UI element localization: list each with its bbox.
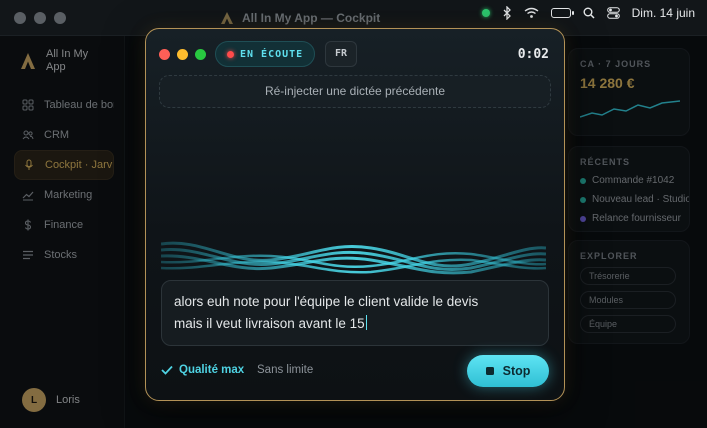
limit-option[interactable]: Sans limite xyxy=(257,364,313,376)
bluetooth-icon[interactable] xyxy=(502,6,512,20)
battery-icon[interactable] xyxy=(550,8,574,18)
panel-minimize-button[interactable] xyxy=(177,49,188,60)
record-dot-icon xyxy=(227,50,234,58)
checkmark-icon xyxy=(161,365,173,375)
stop-icon xyxy=(485,367,494,375)
reinject-dictation-button[interactable]: Ré-injecter une dictée précédente xyxy=(159,75,551,108)
zoom-window-button[interactable] xyxy=(54,12,66,24)
wifi-icon[interactable] xyxy=(524,7,539,19)
panel-close-button[interactable] xyxy=(159,49,170,60)
audio-waveform xyxy=(161,241,546,275)
listening-status-badge: EN ÉCOUTE xyxy=(215,41,315,67)
transcript-textarea[interactable]: alors euh note pour l'équipe le client v… xyxy=(161,280,549,346)
menubar-status: Dim. 14 juin xyxy=(481,5,695,21)
control-center-icon[interactable] xyxy=(606,7,620,19)
text-caret xyxy=(365,315,368,330)
close-window-button[interactable] xyxy=(14,12,26,24)
transcript-line-1: alors euh note pour l'équipe le client v… xyxy=(174,294,479,309)
recording-timer: 0:02 xyxy=(517,47,549,62)
menubar-date[interactable]: Dim. 14 juin xyxy=(632,6,695,20)
stop-button[interactable]: Stop xyxy=(467,355,549,387)
language-button[interactable]: FR xyxy=(325,41,357,67)
status-dot-icon xyxy=(481,9,490,17)
quality-toggle[interactable]: Qualité max xyxy=(161,364,244,376)
panel-zoom-button[interactable] xyxy=(195,49,206,60)
minimize-window-button[interactable] xyxy=(34,12,46,24)
window-title: All In My App — Cockpit xyxy=(220,11,380,25)
app-logo-icon xyxy=(221,12,233,24)
search-icon[interactable] xyxy=(583,7,595,19)
transcript-line-2: mais il veut livraison avant le 15 xyxy=(174,316,365,331)
voice-dictation-panel: EN ÉCOUTE FR 0:02 Ré-injecter une dictée… xyxy=(145,28,565,401)
